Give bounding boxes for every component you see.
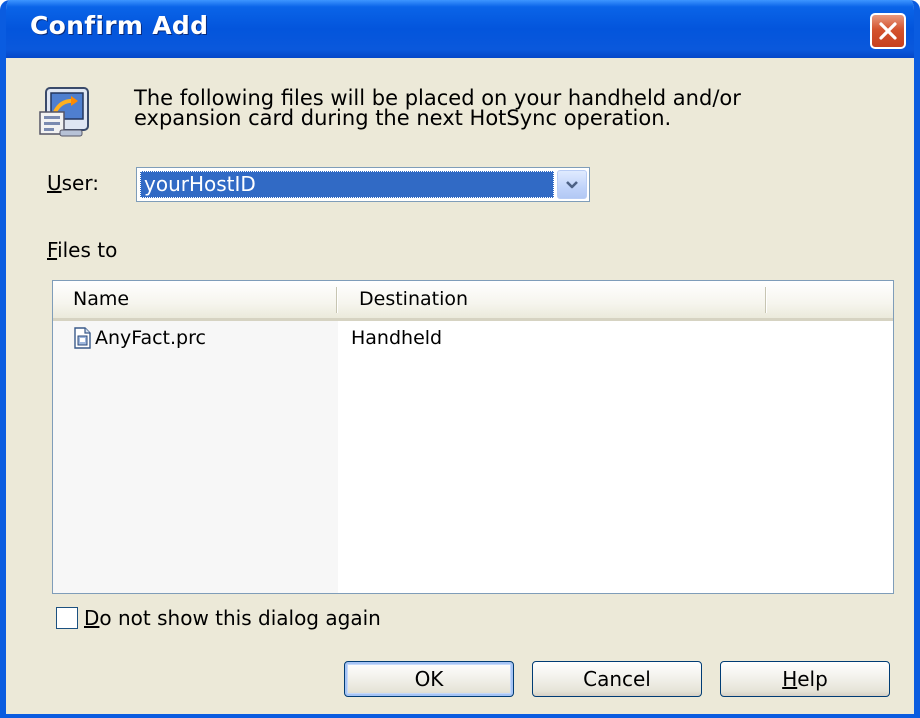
hotsync-install-icon <box>39 87 89 137</box>
list-item[interactable]: AnyFact.prc Handheld <box>53 323 893 353</box>
files-list[interactable]: Name Destination AnyFact.prc Handheld <box>52 280 894 594</box>
help-button[interactable]: Help <box>720 661 890 697</box>
user-select-value: yourHostID <box>140 171 554 198</box>
chevron-down-icon <box>566 180 578 188</box>
window-title: Confirm Add <box>30 11 209 40</box>
column-header-destination[interactable]: Destination <box>339 281 763 318</box>
column-header-name[interactable]: Name <box>53 281 336 318</box>
column-divider[interactable] <box>765 287 767 313</box>
close-button[interactable] <box>870 13 906 49</box>
user-dropdown-button[interactable] <box>557 170 587 199</box>
title-bar[interactable]: Confirm Add <box>6 0 914 58</box>
prc-file-icon <box>74 327 91 349</box>
cancel-button[interactable]: Cancel <box>532 661 702 697</box>
ok-button[interactable]: OK <box>344 661 514 697</box>
message-line-1: The following files will be placed on yo… <box>134 86 741 110</box>
dialog-content: The following files will be placed on yo… <box>6 58 914 714</box>
user-select[interactable]: yourHostID <box>136 167 590 202</box>
dont-show-again-label: Do not show this dialog again <box>84 606 381 630</box>
close-icon <box>879 22 897 40</box>
file-destination: Handheld <box>351 327 443 349</box>
dont-show-again-checkbox[interactable] <box>56 607 78 629</box>
confirm-add-dialog: Confirm Add The following files will be … <box>0 0 920 718</box>
file-name: AnyFact.prc <box>95 327 206 349</box>
list-header: Name Destination <box>53 281 893 321</box>
message-line-2: expansion card during the next HotSync o… <box>134 106 672 130</box>
files-to-label: Files to <box>47 238 118 262</box>
file-name-cell: AnyFact.prc <box>73 323 206 353</box>
name-column-shade <box>53 321 338 593</box>
user-label: User: <box>47 171 99 195</box>
column-divider[interactable] <box>336 287 338 313</box>
dont-show-again-option[interactable]: Do not show this dialog again <box>56 606 381 630</box>
info-message: The following files will be placed on yo… <box>134 86 874 130</box>
